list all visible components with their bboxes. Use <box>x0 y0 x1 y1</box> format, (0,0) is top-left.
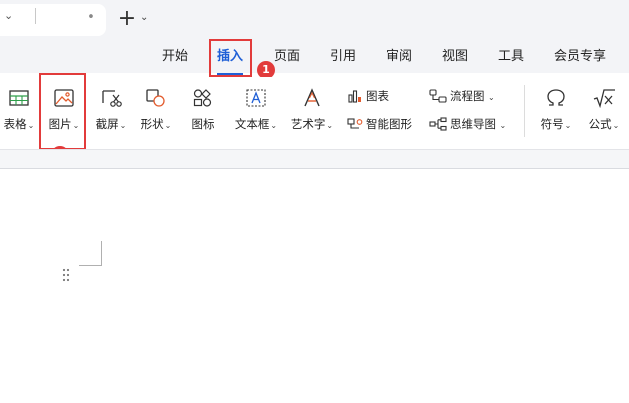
shape-button[interactable]: 形状⌄ <box>138 88 174 134</box>
mindmap-icon <box>429 117 447 131</box>
menu-reference[interactable]: 引用 <box>328 47 358 67</box>
screenshot-button[interactable]: 截屏⌄ <box>92 88 130 134</box>
formula-button[interactable]: 公式⌄ <box>583 88 625 134</box>
chevron-down-icon: ⌄ <box>326 121 334 130</box>
menu-tools[interactable]: 工具 <box>496 47 526 67</box>
menu-member[interactable]: 会员专享 <box>552 47 608 67</box>
chevron-down-icon: ⌄ <box>485 93 495 102</box>
wordart-icon <box>304 88 320 107</box>
chevron-down-icon: ⌄ <box>612 121 620 130</box>
chart-icon <box>348 90 361 103</box>
smartart-label: 智能图形 <box>366 117 412 131</box>
flowchart-label: 流程图 <box>450 89 485 103</box>
menu-review[interactable]: 审阅 <box>384 47 414 67</box>
icon-library-label: 图标 <box>191 117 215 131</box>
textbox-button[interactable]: 文本框⌄ <box>230 88 282 134</box>
formula-icon <box>593 89 615 108</box>
chevron-down-icon: ⌄ <box>119 121 127 130</box>
mindmap-button[interactable]: 思维导图 ⌄ <box>429 114 506 134</box>
textbox-label: 文本框 <box>234 117 270 131</box>
chevron-down-icon: ⌄ <box>564 121 572 130</box>
page-margin-corner <box>79 241 102 266</box>
chevron-down-icon: ⌄ <box>497 121 507 130</box>
chart-button[interactable]: 图表 <box>347 86 389 106</box>
menu-view[interactable]: 视图 <box>440 47 470 67</box>
symbol-button[interactable]: 符号⌄ <box>535 88 577 134</box>
mindmap-label: 思维导图 <box>450 117 496 131</box>
document-canvas[interactable] <box>0 169 629 403</box>
flowchart-icon <box>429 89 447 103</box>
omega-icon <box>547 89 565 106</box>
table-icon <box>9 90 29 106</box>
smartart-icon <box>347 118 363 129</box>
chart-label: 图表 <box>366 89 389 103</box>
screenshot-label: 截屏 <box>95 117 119 131</box>
chevron-down-icon[interactable]: ⌄ <box>4 8 18 24</box>
symbol-label: 符号 <box>540 117 564 131</box>
chevron-down-icon: ⌄ <box>27 121 35 130</box>
drag-handle-icon[interactable] <box>62 268 70 282</box>
chevron-down-icon: ⌄ <box>164 121 172 130</box>
icon-library-button[interactable]: 图标 <box>186 88 220 132</box>
tab-close-icon[interactable]: • <box>84 8 98 28</box>
smartart-button[interactable]: 智能图形 <box>347 114 412 134</box>
textbox-icon <box>246 89 266 107</box>
flowchart-button[interactable]: 流程图 ⌄ <box>429 86 495 106</box>
new-tab-menu-icon[interactable]: ⌄ <box>140 10 152 26</box>
ribbon-divider <box>524 85 525 137</box>
new-tab-icon[interactable]: + <box>116 6 138 32</box>
shape-label: 形状 <box>140 117 164 131</box>
formula-label: 公式 <box>588 117 612 131</box>
ribbon-bottom-bar <box>0 149 629 169</box>
icon-library-icon <box>193 89 212 107</box>
table-label: 表格 <box>3 117 27 131</box>
menu-bar <box>0 40 629 73</box>
chevron-down-icon: ⌄ <box>270 121 278 130</box>
menu-start[interactable]: 开始 <box>160 47 190 67</box>
wordart-button[interactable]: 艺术字⌄ <box>287 88 337 134</box>
insert-tab-highlight-box <box>209 39 252 77</box>
table-button[interactable]: 表格⌄ <box>2 88 36 134</box>
picture-button-highlight-box <box>39 73 86 150</box>
wordart-label: 艺术字 <box>290 117 326 131</box>
menu-page[interactable]: 页面 <box>272 47 302 67</box>
shape-icon <box>146 89 165 107</box>
scissors-icon <box>102 90 122 107</box>
menu-divider <box>35 8 36 24</box>
